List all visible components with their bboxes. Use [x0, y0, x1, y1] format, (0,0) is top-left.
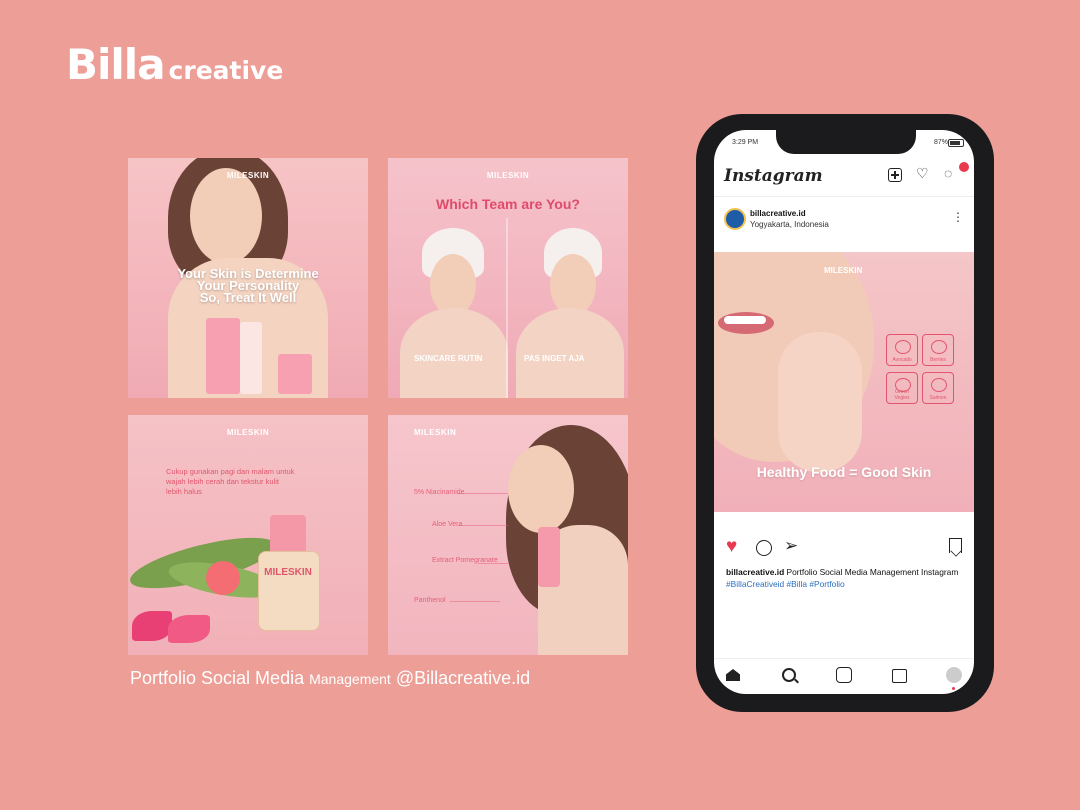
ingredient-line — [458, 525, 508, 526]
profile-avatar[interactable] — [946, 667, 962, 683]
dropper-bulb — [206, 561, 240, 595]
caption-handle: @Billacreative.id — [395, 668, 531, 688]
food-label: Avocado — [892, 357, 912, 363]
shop-icon[interactable] — [892, 669, 907, 683]
ingredient-item: Panthenol — [414, 597, 446, 604]
team-label-left: SKINCARE RUTIN — [414, 354, 483, 363]
caption-part2: Management — [309, 671, 391, 687]
instagram-header: Instagram ♡ ◌ — [714, 160, 974, 197]
portfolio-tile-serum: MILESKIN Cukup gunakan pagi dan malam un… — [128, 415, 368, 655]
food-berries-icon: Berries — [922, 334, 954, 366]
post-brand: MILESKIN — [824, 266, 863, 275]
shoulders-right — [516, 308, 624, 398]
serum-label: MILESKIN — [264, 567, 312, 578]
ingredient-item: 5% Niacinamide — [414, 489, 465, 496]
post-slogan: Healthy Food = Good Skin — [756, 464, 932, 480]
food-salmon-icon: Salmon — [922, 372, 954, 404]
messenger-icon[interactable]: ◌ — [944, 165, 952, 181]
caption-hashtags[interactable]: #BillaCreativeid #Billa #Portfolio — [726, 579, 845, 589]
food-avocado-icon: Avocado — [886, 334, 918, 366]
logo-name: Billa — [66, 40, 166, 89]
food-vegies-icon: Green Vegies — [886, 372, 918, 404]
serum-cap — [270, 515, 306, 555]
shoulders-left — [400, 308, 508, 398]
serum-body — [258, 551, 320, 631]
share-icon[interactable]: ➢ — [784, 536, 798, 555]
portfolio-tile-which-team: MILESKIN Which Team are You? SKINCARE RU… — [388, 158, 628, 398]
logo-suffix: creative — [168, 56, 284, 85]
portfolio-tile-skin-personality: MILESKIN Your Skin is Determine Your Per… — [128, 158, 368, 398]
billa-creative-logo: Billa creative — [66, 40, 283, 89]
profile-notification-dot — [952, 687, 955, 690]
phone-notch — [776, 130, 916, 154]
instagram-logo: Instagram — [724, 166, 823, 186]
caption-text: Portfolio Social Media Management Instag… — [786, 567, 959, 577]
product-tube — [538, 527, 560, 587]
ingredient-line — [478, 563, 508, 564]
face-left — [430, 254, 476, 316]
tile-text: Cukup gunakan pagi dan malam untuk wajah… — [166, 467, 295, 496]
tile-brand: MILESKIN — [414, 428, 457, 437]
caption-user[interactable]: billacreative.id — [726, 567, 784, 577]
more-options-icon[interactable]: ⋮ — [952, 210, 964, 224]
food-label: Berries — [930, 357, 946, 363]
account-name[interactable]: billacreative.id — [750, 209, 806, 218]
bookmark-icon[interactable] — [949, 538, 962, 553]
notification-dot — [959, 162, 969, 172]
product-bottle — [240, 322, 262, 394]
account-avatar[interactable] — [724, 208, 746, 230]
reels-icon[interactable] — [836, 667, 852, 683]
food-label: Green Vegies — [894, 389, 910, 401]
post-actions: ♥ ➢ — [714, 534, 974, 558]
serum-bottle: MILESKIN — [258, 515, 320, 631]
post-location[interactable]: Yogyakarta, Indonesia — [750, 220, 829, 229]
team-label-right: PAS INGET AJA — [524, 354, 585, 363]
product-jar — [278, 354, 312, 394]
food-label: Salmon — [929, 395, 947, 401]
search-icon[interactable] — [782, 668, 796, 682]
portfolio-caption: Portfolio Social Media Management @Billa… — [130, 668, 530, 689]
model-teeth — [724, 316, 766, 324]
portfolio-tile-ingredients: MILESKIN 5% Niacinamide Aloe Vera Extrac… — [388, 415, 628, 655]
tile-message: Your Skin is Determine Your Personality … — [177, 266, 319, 305]
comment-icon[interactable] — [756, 540, 772, 556]
battery-icon — [948, 139, 964, 147]
home-icon[interactable] — [726, 669, 740, 681]
caption-part1: Portfolio Social Media — [130, 668, 305, 688]
status-time: 3:29 PM — [732, 139, 759, 146]
status-battery: 87% — [933, 139, 948, 146]
post-header: billacreative.id Yogyakarta, Indonesia ⋮ — [714, 200, 974, 240]
rose-petal — [168, 615, 210, 643]
like-icon[interactable]: ♥ — [726, 537, 737, 556]
post-caption: billacreative.id Portfolio Social Media … — [726, 566, 962, 590]
tile-brand: MILESKIN — [226, 428, 270, 437]
product-box — [206, 318, 240, 394]
tile-brand: MILESKIN — [486, 171, 530, 180]
rose-petal — [132, 611, 172, 641]
phone-screen: 3:29 PM 87% Instagram ♡ ◌ billacreative.… — [714, 130, 974, 694]
ingredient-line — [450, 601, 500, 602]
face-right — [550, 254, 596, 316]
bottom-nav — [714, 658, 974, 694]
team-divider — [506, 218, 508, 398]
post-image[interactable]: MILESKIN Avocado Berries Green Vegies Sa… — [714, 252, 974, 512]
ingredient-line — [458, 493, 508, 494]
model-face — [190, 168, 262, 264]
new-post-icon[interactable] — [888, 168, 902, 182]
model-face — [508, 445, 574, 533]
model-hand — [778, 332, 862, 472]
tile-brand: MILESKIN — [226, 171, 270, 180]
heart-icon[interactable]: ♡ — [916, 165, 929, 181]
tile-question: Which Team are You? — [436, 196, 580, 212]
